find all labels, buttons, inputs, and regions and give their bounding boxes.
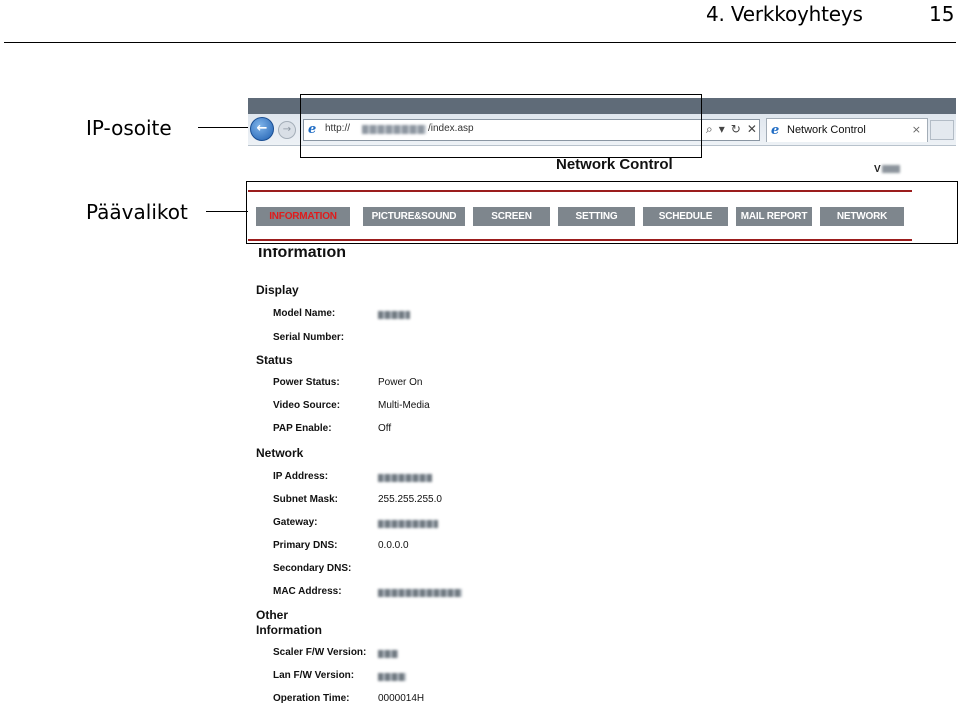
information-heading: Information (258, 248, 346, 261)
field-value-lan-fw-version-blurred (378, 673, 406, 681)
search-icon[interactable]: ⌕ (706, 122, 713, 136)
field-value-gateway-blurred (378, 520, 438, 528)
field-label-pap-enable: PAP Enable: (273, 423, 332, 434)
field-value-ip-address-blurred (378, 474, 432, 482)
callout-ip-address-label: IP-osoite (86, 116, 172, 140)
field-label-operation-time: Operation Time: (273, 693, 350, 704)
field-value-power-status: Power On (378, 377, 423, 388)
refresh-icon[interactable]: ↻ (731, 122, 741, 136)
callout-main-menus-label: Päävalikot (86, 200, 188, 224)
field-value-pap-enable: Off (378, 423, 392, 434)
tab-internet-explorer-icon: e (771, 123, 780, 138)
field-label-power-status: Power Status: (273, 377, 340, 388)
page-number: 15 (929, 2, 955, 26)
callout-box-main-menu (246, 181, 958, 244)
manual-page-header: 4. Verkkoyhteys 15 (0, 0, 960, 44)
field-value-scaler-fw-version-blurred (378, 650, 398, 658)
chapter-title: 4. Verkkoyhteys (706, 2, 863, 26)
field-label-model-name: Model Name: (273, 308, 336, 319)
section-title-network: Network (256, 446, 304, 460)
tab-close-icon[interactable]: × (912, 123, 921, 136)
page-title: Network Control (556, 156, 673, 173)
field-value-mac-address-blurred (378, 589, 462, 597)
field-value-model-name-blurred (378, 311, 410, 319)
browser-tab[interactable]: e Network Control × (766, 118, 928, 142)
field-label-scaler-fw-version: Scaler F/W Version: (273, 647, 367, 658)
callout-menu-line (206, 211, 248, 212)
section-title-status: Status (256, 353, 293, 367)
back-arrow-icon[interactable]: ← (250, 117, 274, 141)
tab-title: Network Control (787, 124, 866, 136)
field-value-subnet-mask: 255.255.255.0 (378, 494, 442, 505)
new-tab-button[interactable] (930, 120, 954, 140)
field-label-gateway: Gateway: (273, 517, 318, 528)
stop-icon[interactable]: ✕ (747, 122, 757, 136)
callout-box-address-bar (300, 94, 702, 158)
field-label-serial-number: Serial Number: (273, 332, 345, 343)
field-label-video-source: Video Source: (273, 400, 341, 411)
field-label-primary-dns: Primary DNS: (273, 540, 338, 551)
field-value-operation-time: 0000014H (378, 693, 425, 704)
section-title-other-information: Other Information (256, 608, 322, 637)
section-title-display: Display (256, 283, 299, 297)
version-blurred (881, 165, 900, 174)
version-label: V (874, 164, 900, 175)
field-label-ip-address: IP Address: (273, 471, 329, 482)
field-label-subnet-mask: Subnet Mask: (273, 494, 339, 505)
field-label-mac-address: MAC Address: (273, 586, 342, 597)
field-value-primary-dns: 0.0.0.0 (378, 540, 409, 551)
header-rule (4, 42, 956, 43)
forward-arrow-icon[interactable]: → (278, 121, 296, 139)
field-label-lan-fw-version: Lan F/W Version: (273, 670, 355, 681)
field-label-secondary-dns: Secondary DNS: (273, 563, 352, 574)
address-tools: ⌕ ▾ ↻ ✕ (706, 122, 763, 137)
field-value-video-source: Multi-Media (378, 400, 430, 411)
dropdown-icon[interactable]: ▾ (719, 122, 725, 136)
